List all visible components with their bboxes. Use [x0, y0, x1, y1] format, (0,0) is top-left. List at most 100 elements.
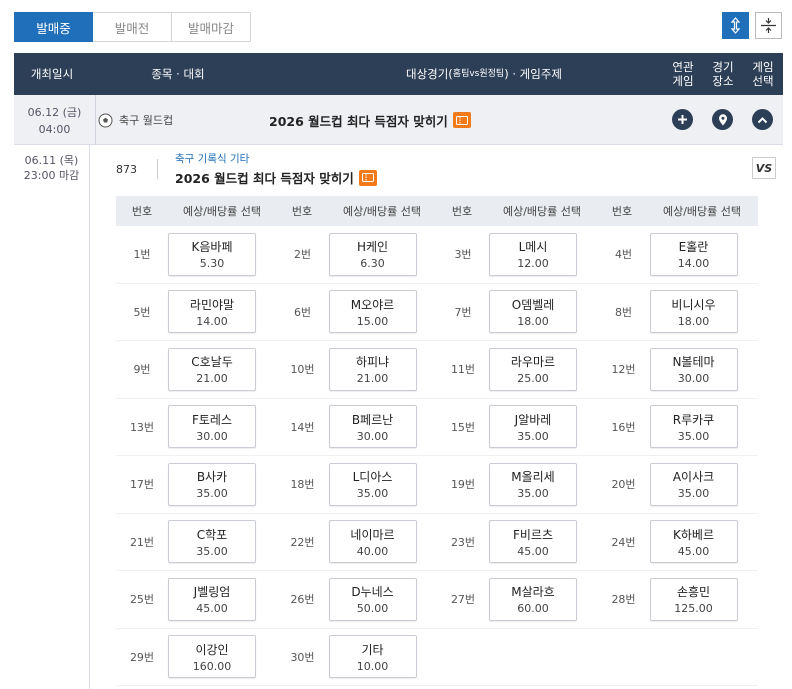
view-toggle — [722, 12, 782, 39]
option-number: 11번 — [450, 363, 476, 377]
option-cell: 10번 하피냐 21.00 — [277, 341, 438, 398]
odds-select-button[interactable]: J알바레 35.00 — [489, 405, 577, 449]
table-row: 29번 이강인 160.00 30번 기타 10.00 — [116, 629, 759, 686]
option-number: 21번 — [129, 535, 155, 549]
option-name: D누네스 — [351, 585, 394, 600]
option-number: 29번 — [129, 650, 155, 664]
related-game-button[interactable] — [672, 109, 693, 130]
tab-before-sale[interactable]: 발매전 — [93, 12, 172, 42]
collapse-view-button[interactable] — [755, 12, 782, 39]
option-number: 1번 — [133, 248, 151, 262]
header-target-a: 대상경기( — [405, 67, 453, 81]
option-number: 25번 — [129, 593, 155, 607]
tab-on-sale[interactable]: 발매중 — [14, 12, 93, 42]
odds-select-button[interactable]: R루카쿠 35.00 — [649, 405, 738, 449]
odds-table-header: 번호 예상/배당률 선택 번호 예상/배당률 선택 번호 예상/배당률 선택 번… — [116, 196, 758, 226]
venue-button[interactable] — [712, 109, 733, 130]
table-row: 17번 B사카 35.00 18번 L디아스 35.00 19번 M올리세 35.00 20번 A이… — [116, 456, 758, 514]
tab-sale-closed[interactable]: 발매마감 — [172, 12, 251, 42]
table-row: 13번 F토레스 30.00 14번 B페르난 30.00 15번 J알바레 35.00 16번 R… — [116, 399, 758, 456]
option-cell: 14번 B페르난 30.00 — [277, 399, 438, 456]
match-sport: 축구 월드컵 — [98, 95, 173, 145]
game-title: 2026 월드컵 최다 득점자 맞히기 — [175, 168, 377, 187]
ticket-icon — [358, 169, 377, 186]
option-name: B페르난 — [351, 412, 394, 427]
option-number: 22번 — [290, 535, 315, 549]
option-name: 기타 — [361, 642, 384, 657]
option-number: 27번 — [450, 593, 476, 607]
option-odds: 160.00 — [192, 659, 232, 673]
odds-select-button[interactable]: B페르난 30.00 — [328, 405, 417, 449]
odds-select-button[interactable]: 라민야말 14.00 — [168, 290, 256, 334]
odds-select-button[interactable]: B사카 35.00 — [168, 462, 256, 506]
odds-select-button[interactable]: 하피냐 21.00 — [328, 347, 417, 391]
close-hour: 23:00 마감 — [23, 169, 80, 182]
header-select: 예상/배당률 선택 — [342, 205, 422, 218]
option-number: 28번 — [611, 593, 636, 607]
odds-select-button[interactable]: K음바페 5.30 — [168, 232, 256, 276]
close-time: 06.11 (목) 23:00 마감 — [14, 153, 89, 183]
option-cell: 1번 K음바페 5.30 — [116, 226, 277, 283]
odds-select-button[interactable]: F토레스 30.00 — [168, 405, 256, 449]
odds-select-button[interactable]: J벨링엄 45.00 — [168, 577, 256, 621]
odds-select-button[interactable]: L메시 12.00 — [489, 232, 577, 276]
option-odds: 14.00 — [677, 257, 710, 271]
option-cell: 15번 J알바레 35.00 — [437, 399, 598, 456]
option-odds: 50.00 — [356, 602, 389, 616]
option-number: 15번 — [450, 420, 476, 434]
header-select: 예상/배당률 선택 — [662, 205, 742, 218]
option-odds: 35.00 — [677, 487, 710, 501]
odds-table-body: 1번 K음바페 5.30 2번 H케인 6.30 3번 L메시 12.00 4번 E홀란 14.00 5… — [116, 226, 758, 686]
odds-select-button[interactable]: 기타 10.00 — [328, 635, 417, 679]
header-related-2: 게임 — [672, 74, 694, 88]
option-odds: 30.00 — [677, 372, 710, 386]
option-number: 24번 — [611, 535, 636, 549]
option-cell: 30번 기타 10.00 — [277, 629, 438, 686]
option-number: 10번 — [290, 363, 315, 377]
option-cell: 2번 H케인 6.30 — [277, 226, 438, 283]
table-row: 25번 J벨링엄 45.00 26번 D누네스 50.00 27번 M살라흐 60.00 28번 손… — [116, 571, 758, 629]
option-cell: 4번 E홀란 14.00 — [598, 226, 759, 283]
odds-select-button[interactable]: M오야르 15.00 — [328, 290, 417, 334]
option-number: 3번 — [454, 248, 472, 262]
odds-select-button[interactable]: D누네스 50.00 — [328, 577, 417, 621]
option-number: 14번 — [290, 420, 315, 434]
odds-select-button[interactable]: C호날두 21.00 — [168, 347, 256, 391]
odds-select-button[interactable]: O뎀벨레 18.00 — [489, 290, 577, 334]
odds-select-button[interactable]: F비르츠 45.00 — [489, 520, 577, 564]
odds-select-button[interactable]: E홀란 14.00 — [649, 232, 738, 276]
header-num: 번호 — [131, 205, 153, 218]
odds-select-button[interactable]: C학포 35.00 — [168, 520, 256, 564]
soccer-ball-icon — [98, 113, 113, 127]
header-venue-2: 장소 — [712, 74, 734, 88]
odds-select-button[interactable]: 이강인 160.00 — [168, 635, 256, 679]
option-cell: 29번 이강인 160.00 — [116, 629, 277, 686]
expand-view-button[interactable] — [722, 12, 749, 39]
odds-select-button[interactable]: M올리세 35.00 — [489, 462, 577, 506]
option-odds: 35.00 — [356, 487, 389, 501]
odds-select-button[interactable]: 라우마르 25.00 — [489, 347, 577, 391]
odds-select-button[interactable]: 손흥민 125.00 — [649, 577, 738, 621]
odds-select-button[interactable]: L디아스 35.00 — [328, 462, 417, 506]
odds-select-button[interactable]: A이사크 35.00 — [649, 462, 738, 506]
option-cell — [437, 629, 598, 686]
option-cell: 27번 M살라흐 60.00 — [437, 571, 598, 628]
odds-select-button[interactable]: K하베르 45.00 — [649, 520, 738, 564]
option-number: 13번 — [129, 420, 155, 434]
vs-button[interactable]: VS — [752, 157, 776, 179]
odds-select-button[interactable]: 비니시우 18.00 — [649, 290, 738, 334]
odds-select-button[interactable]: H케인 6.30 — [328, 232, 417, 276]
option-cell: 23번 F비르츠 45.00 — [437, 514, 598, 571]
option-odds: 125.00 — [674, 602, 713, 616]
header-date: 개최일시 — [30, 67, 74, 81]
table-header: 개최일시 종목 · 대회 대상경기(홈팀vs원정팀) · 게임주제 연관 게임 경… — [14, 53, 783, 95]
option-name: R루카쿠 — [672, 412, 715, 427]
header-num: 번호 — [611, 205, 633, 218]
option-cell: 25번 J벨링엄 45.00 — [116, 571, 277, 628]
odds-select-button[interactable]: N볼테마 30.00 — [649, 347, 738, 391]
odds-select-button[interactable]: M살라흐 60.00 — [489, 577, 577, 621]
game-select-toggle-button[interactable] — [752, 109, 773, 130]
odds-select-button[interactable]: 네이마르 40.00 — [328, 520, 417, 564]
option-name: 네이마르 — [350, 527, 395, 542]
option-cell — [598, 629, 759, 686]
